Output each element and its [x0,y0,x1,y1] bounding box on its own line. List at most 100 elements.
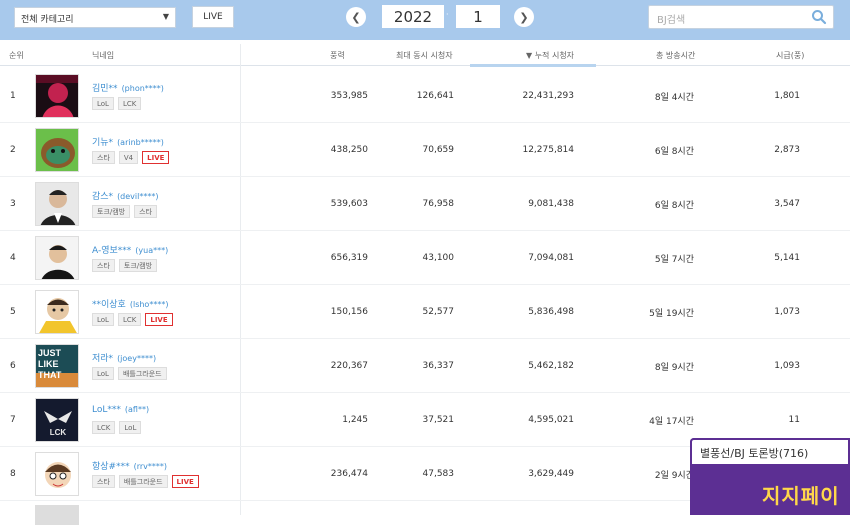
avatar[interactable] [35,505,79,525]
category-tag[interactable]: LoL [119,421,142,434]
table-row[interactable]: 2 기뉴* (arinb*****) 스타 V4 LIVE 438,250 70,… [0,123,850,177]
cumulative-viewers-cell: 12,275,814 [522,145,574,155]
total-time-cell: 5일 19시간 [649,308,694,319]
tag-list: 스타 배틀그라운드 LIVE [92,475,199,488]
avatar[interactable] [35,290,79,334]
bj-nickname[interactable]: 김민** [92,84,118,94]
max-viewers-cell: 52,577 [422,307,455,317]
table-row[interactable]: 3 감스* (devil****) 토크/캠방 스타 539,603 76,958… [0,177,850,231]
category-tag[interactable]: 스타 [92,475,115,488]
avatar[interactable] [35,452,79,496]
category-tag[interactable]: 토크/캠방 [92,205,131,218]
live-filter-button[interactable]: LIVE [192,6,234,28]
hourly-cell: 1,801 [774,91,800,101]
category-tag[interactable]: V4 [118,151,139,164]
live-badge[interactable]: LIVE [171,475,199,488]
header-nickname[interactable]: 닉네임 [92,50,114,61]
discussion-popup[interactable]: 별풍선/BJ 토론방(716) 지지페이 [690,438,850,515]
rank-cell: 1 [10,91,16,101]
bj-name[interactable]: 항상#*** (rrv****) [92,459,167,472]
hourly-cell: 3,547 [774,199,800,209]
fans-cell: 539,603 [330,199,368,209]
live-badge[interactable]: LIVE [145,313,173,326]
avatar[interactable] [35,74,79,118]
bj-id: (yua***) [135,246,169,255]
header-max-viewers[interactable]: 최대 동시 시청자 [396,50,453,61]
live-badge[interactable]: LIVE [142,151,170,164]
bj-name[interactable]: 저라* (joey****) [92,351,156,364]
bj-nickname[interactable]: 저라* [92,354,113,364]
table-row[interactable]: 4 A-영보*** (yua***) 스타 토크/캠방 656,319 43,10… [0,231,850,285]
table-row[interactable]: 5 **이상호 (lsho****) LoL LCK LIVE 150,156 5… [0,285,850,339]
category-select[interactable]: 전체 카테고리 ▼ [14,7,176,28]
avatar[interactable] [35,182,79,226]
category-tag[interactable]: 토크/캠방 [118,259,158,272]
tag-list: 토크/캠방 스타 [92,205,158,218]
category-tag[interactable]: 스타 [92,259,115,272]
top-filter-bar: 전체 카테고리 ▼ LIVE ❮ 2022 · 1 ❯ BJ검색 [0,0,850,40]
bj-name[interactable]: **이상호 (lsho****) [92,297,168,310]
bj-name[interactable]: 김민** (phon****) [92,81,164,94]
bj-name[interactable]: 기뉴* (arinb*****) [92,135,164,148]
bj-nickname[interactable]: LoL*** [92,405,121,415]
category-tag[interactable]: LoL [92,367,114,380]
bj-nickname[interactable]: 기뉴* [92,138,113,148]
rank-cell: 8 [10,469,16,479]
hourly-cell: 1,073 [774,307,800,317]
header-hourly[interactable]: 시급(풍) [776,50,804,61]
category-tag[interactable]: 배틀그라운드 [117,367,167,380]
popup-banner[interactable]: 지지페이 [762,480,840,509]
bj-name[interactable]: LoL*** (afl**) [92,405,149,415]
popup-title[interactable]: 별풍선/BJ 토론방(716) [690,438,850,464]
cumulative-viewers-cell: 4,595,021 [528,415,574,425]
category-tag[interactable]: LCK [117,313,142,326]
category-tag[interactable]: 배틀그라운드 [118,475,168,488]
header-fans[interactable]: 풍력 [330,50,345,61]
category-tag[interactable]: LoL [92,313,114,326]
avatar[interactable]: LCK [35,398,79,442]
avatar[interactable] [35,128,79,172]
rank-cell: 2 [10,145,16,155]
sort-indicator [470,64,596,67]
bj-nickname[interactable]: 감스* [92,192,113,202]
header-total-time[interactable]: 총 방송시간 [656,50,695,61]
table-row[interactable]: 6 JUST LIKE THAT 저라* (joey****) LoL 배틀그라운… [0,339,850,393]
bj-nickname[interactable]: **이상호 [92,300,126,310]
category-tag[interactable]: 스타 [134,205,158,218]
bj-nickname[interactable]: 항상#*** [92,462,130,472]
total-time-cell: 2일 9시간 [654,470,694,481]
header-cumulative-viewers[interactable]: ▼ 누적 시청자 [526,50,574,61]
month-field[interactable]: 1 [456,5,500,28]
avatar[interactable]: JUST LIKE THAT [35,344,79,388]
category-tag[interactable]: 스타 [92,151,115,164]
category-tag[interactable]: LCK [117,97,142,110]
header-rank[interactable]: 순위 [9,50,24,61]
prev-month-button[interactable]: ❮ [346,7,366,27]
bj-name[interactable]: 감스* (devil****) [92,189,158,202]
cumulative-viewers-cell: 9,081,438 [528,199,574,209]
rank-cell: 3 [10,199,16,209]
bj-id: (devil****) [117,192,159,201]
tag-list: 스타 토크/캠방 [92,259,158,272]
next-month-button[interactable]: ❯ [514,7,534,27]
search-icon[interactable] [811,9,827,25]
bj-search-box[interactable]: BJ검색 [648,5,834,29]
avatar-text: LCK [49,428,67,437]
category-tag[interactable]: LoL [92,97,114,110]
bj-id: (lsho****) [129,300,169,309]
fans-cell: 220,367 [330,361,368,371]
total-time-cell: 8일 9시간 [654,362,694,373]
max-viewers-cell: 126,641 [416,91,454,101]
avatar[interactable] [35,236,79,280]
tag-list: LoL LCK [92,97,142,110]
bj-name[interactable]: A-영보*** (yua***) [92,243,168,256]
bj-nickname[interactable]: A-영보*** [92,246,131,256]
table-row[interactable]: 1 김민** (phon****) LoL LCK 353,985 126,641… [0,69,850,123]
cumulative-viewers-cell: 3,629,449 [528,469,574,479]
bj-id: (phon****) [121,84,164,93]
rank-cell: 5 [10,307,16,317]
category-tag[interactable]: LCK [92,421,116,434]
hourly-cell: 5,141 [774,253,800,263]
year-field[interactable]: 2022 [382,5,444,28]
bj-id: (rrv****) [133,462,168,471]
